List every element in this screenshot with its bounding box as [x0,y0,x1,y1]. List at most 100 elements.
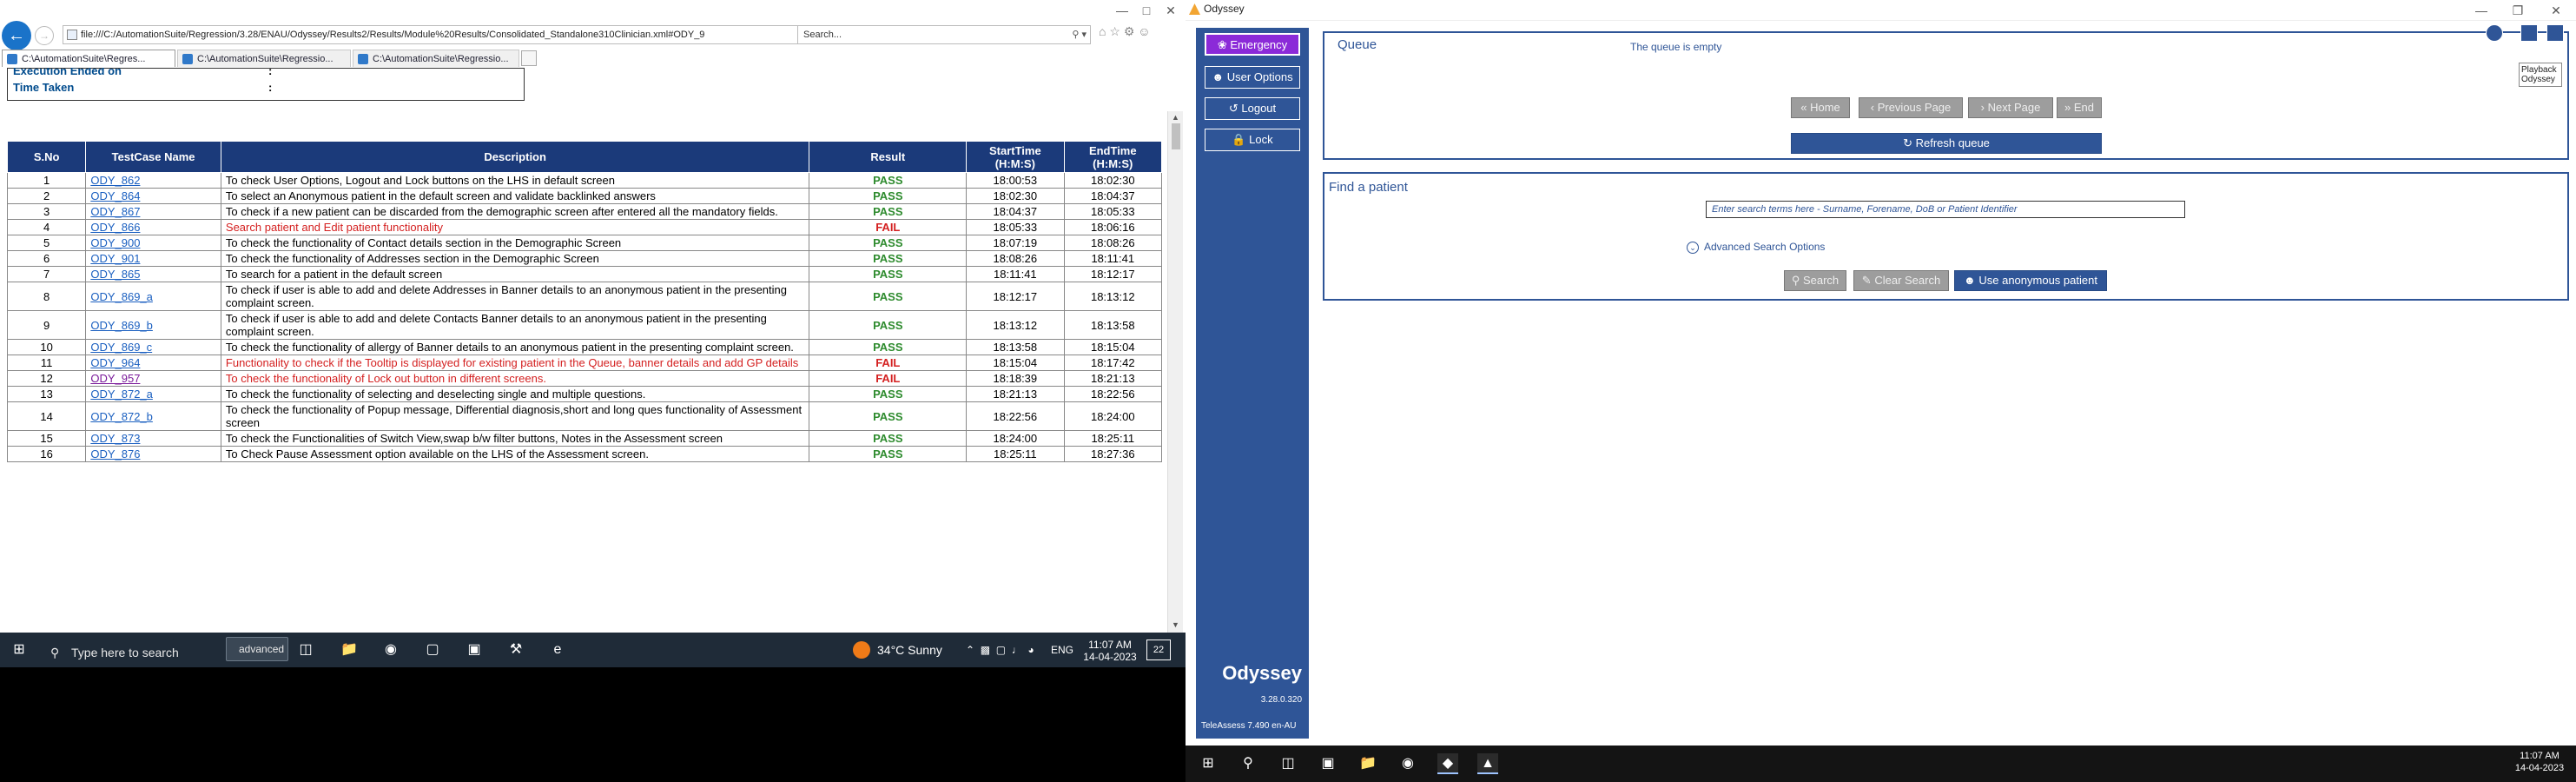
next-page-button[interactable]: › Next Page [1968,97,2053,118]
language-indicator[interactable]: ENG [1051,633,1077,667]
row-sno: 6 [6,250,87,267]
testcase-link[interactable]: ODY_864 [90,189,140,202]
teams-icon[interactable]: ▢ [422,640,443,660]
record-icon[interactable] [2486,24,2503,42]
scroll-down-icon[interactable]: ▼ [1172,620,1179,629]
odyssey-app-icon[interactable]: ▲ [1477,753,1498,774]
user-options-button[interactable]: ☻ User Options [1205,66,1300,89]
advanced-badge[interactable]: advanced [226,637,288,661]
tab-2[interactable]: C:\AutomationSuite\Regressio... [177,50,351,67]
tab-1[interactable]: C:\AutomationSuite\Regres... [2,50,175,67]
search-icon[interactable]: ⚲ ▾ [1072,26,1087,43]
testcase-link[interactable]: ODY_873 [90,432,140,445]
testcase-link[interactable]: ODY_872_b [90,410,153,423]
taskbar-clock-right[interactable]: 11:07 AM 14-04-2023 [2507,750,2573,774]
testcase-link[interactable]: ODY_872_a [90,388,153,401]
windows-start-icon[interactable]: ⊞ [9,640,30,660]
taskbar-clock[interactable]: 11:07 AM 14-04-2023 [1080,639,1139,665]
table-row: 2 ODY_864 To select an Anonymous patient i… [6,188,1163,204]
internet-explorer-icon[interactable]: e [547,640,568,660]
testcase-link[interactable]: ODY_869_b [90,319,153,332]
row-end-time: 18:02:30 [1063,172,1163,189]
testcase-link[interactable]: ODY_876 [90,447,140,461]
app-icon[interactable]: ▣ [1318,753,1338,774]
patient-search-input[interactable]: Enter search terms here - Surname, Foren… [1706,201,2185,218]
tools-icon[interactable]: ⚒ [505,640,526,660]
scroll-thumb[interactable] [1172,123,1180,149]
task-view-icon[interactable]: ◫ [295,640,316,660]
search-icon: ⚲ [1791,274,1800,287]
emergency-button[interactable]: ❀ Emergency [1205,33,1300,56]
testcase-link[interactable]: ODY_869_c [90,341,152,354]
lock-button[interactable]: 🔒 Lock [1205,129,1300,151]
user-question-icon: ☻ [1964,274,1976,287]
volume-icon[interactable]: ♩ [1012,644,1022,656]
back-button[interactable]: ← [2,21,31,50]
table-row: 16 ODY_876 To Check Pause Assessment optio… [6,446,1163,462]
end-button[interactable]: » End [2057,97,2102,118]
testcase-link[interactable]: ODY_862 [90,174,140,187]
system-tray[interactable]: ⌃ ▩ ▢ ♩ ◕ [966,633,1060,667]
new-tab-button[interactable] [521,50,537,66]
windows-start-icon[interactable]: ⊞ [1198,753,1219,774]
firefox-icon[interactable]: ◉ [380,640,401,660]
ie-vertical-scrollbar[interactable]: ▲ ▼ [1167,111,1183,633]
table-row: 1 ODY_862 To check User Options, Logout an… [6,172,1163,189]
stop-icon[interactable] [2546,24,2564,42]
use-anonymous-patient-button[interactable]: ☻ Use anonymous patient [1954,270,2107,291]
testcase-link[interactable]: ODY_957 [90,372,140,385]
battery-icon[interactable]: ▢ [996,644,1006,656]
tc-icon[interactable]: ◆ [1437,753,1458,774]
close-button[interactable]: ✕ [1160,3,1181,18]
maximize-button[interactable]: □ [1136,3,1157,17]
settings-gear-icon[interactable]: ⚙ [1124,24,1135,38]
task-view-icon[interactable]: ◫ [1278,753,1298,774]
file-explorer-icon[interactable]: 📁 [339,640,360,660]
testcase-link[interactable]: ODY_901 [90,252,140,265]
restore-button[interactable]: ❐ [2507,3,2528,18]
clear-search-button[interactable]: ✎ Clear Search [1853,270,1949,291]
forward-button[interactable]: → [35,26,54,45]
home-button[interactable]: « Home [1791,97,1850,118]
testcase-link[interactable]: ODY_869_a [90,290,153,303]
pause-icon[interactable] [2520,24,2538,42]
refresh-queue-button[interactable]: ↻ Refresh queue [1791,133,2102,154]
minimize-button[interactable]: — [2471,3,2492,17]
chevron-up-icon[interactable]: ⌃ [966,644,974,656]
scroll-up-icon[interactable]: ▲ [1172,113,1179,122]
previous-page-button[interactable]: ‹ Previous Page [1859,97,1963,118]
arrow-left-icon: ← [8,25,25,45]
row-start-time: 18:22:56 [966,401,1065,431]
testcase-cell: ODY_964 [85,355,221,371]
notification-button[interactable]: 22 [1146,640,1171,660]
testcase-link[interactable]: ODY_865 [90,268,140,281]
app-icon[interactable]: ▣ [464,640,485,660]
testcase-link[interactable]: ODY_964 [90,356,140,369]
close-button[interactable]: ✕ [2546,3,2566,18]
testcase-link[interactable]: ODY_866 [90,221,140,234]
logout-button[interactable]: ↺ Logout [1205,97,1300,120]
execution-summary: Execution Ended on : Time Taken : [7,68,525,101]
home-icon[interactable]: ⌂ [1099,24,1106,38]
search-icon[interactable]: ⚲ [1238,753,1258,774]
result-status: PASS [809,235,968,251]
advanced-search-toggle[interactable]: ⌄ Advanced Search Options [1687,241,1825,254]
testcase-link[interactable]: ODY_867 [90,205,140,218]
favorites-icon[interactable]: ☆ [1109,24,1120,38]
network-icon[interactable]: ▩ [981,644,990,656]
minimize-button[interactable]: — [1112,3,1133,17]
weather-widget[interactable]: 34°C Sunny [853,633,957,667]
row-description: To search for a patient in the default s… [220,266,810,282]
wifi-icon[interactable]: ◕ [1027,644,1034,656]
row-description: To check if user is able to add and dele… [220,282,810,311]
smiley-icon[interactable]: ☺ [1138,24,1150,38]
tab-3[interactable]: C:\AutomationSuite\Regressio... [353,50,519,67]
testcase-link[interactable]: ODY_900 [90,236,140,249]
ie-search-input[interactable]: Search... ⚲ ▾ [797,25,1091,44]
search-button[interactable]: ⚲ Search [1784,270,1846,291]
table-row: 14 ODY_872_b To check the functionality of… [6,401,1163,431]
address-bar[interactable]: file:///C:/AutomationSuite/Regression/3.… [63,25,801,44]
table-row: 15 ODY_873 To check the Functionalities of… [6,430,1163,447]
file-explorer-icon[interactable]: 📁 [1357,753,1378,774]
chrome-icon[interactable]: ◉ [1397,753,1418,774]
